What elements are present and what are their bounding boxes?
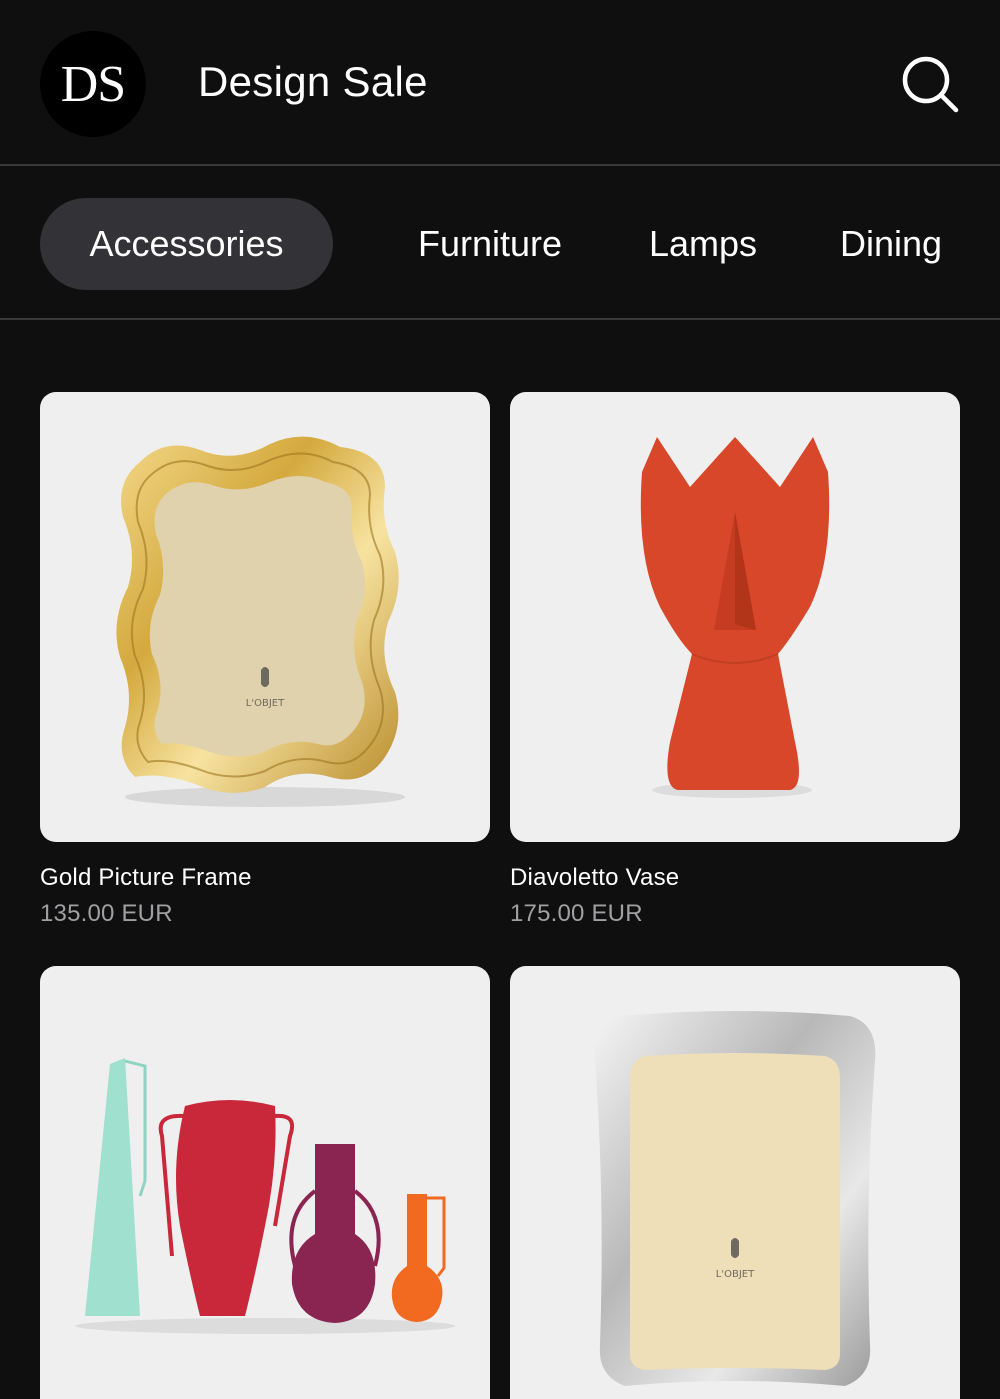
product-image[interactable] bbox=[510, 392, 960, 842]
brand-mark: L'OBJET bbox=[246, 698, 285, 709]
red-vase-image bbox=[640, 437, 830, 798]
logo[interactable]: DS bbox=[40, 31, 146, 137]
tab-lamps[interactable]: Lamps bbox=[628, 198, 778, 290]
product-image[interactable]: L'OBJET bbox=[510, 966, 960, 1399]
app-title: Design Sale bbox=[198, 58, 428, 105]
product-card-vase-set[interactable] bbox=[40, 966, 490, 1399]
product-name: Diavoletto Vase bbox=[510, 864, 680, 891]
product-card-gold-picture-frame[interactable]: L'OBJET Gold Picture Frame 135.00 EUR bbox=[40, 392, 490, 928]
tab-dining[interactable]: Dining bbox=[820, 198, 962, 290]
product-price: 175.00 EUR bbox=[510, 900, 643, 927]
tab-furniture[interactable]: Furniture bbox=[395, 198, 585, 290]
search-icon bbox=[902, 56, 959, 113]
product-card-silver-picture-frame[interactable]: L'OBJET bbox=[510, 966, 960, 1399]
gold-frame-image: L'OBJET bbox=[116, 436, 405, 807]
tab-accessories[interactable]: Accessories bbox=[40, 198, 333, 290]
vase-set-image bbox=[75, 1058, 455, 1334]
app-header: DS Design Sale bbox=[0, 0, 1000, 166]
product-price: 135.00 EUR bbox=[40, 900, 173, 927]
silver-frame-image: L'OBJET bbox=[594, 1011, 876, 1386]
search-button[interactable] bbox=[898, 52, 962, 116]
brand-mark: L'OBJET bbox=[716, 1269, 755, 1280]
product-card-diavoletto-vase[interactable]: Diavoletto Vase 175.00 EUR bbox=[510, 392, 960, 928]
category-tabs: Accessories Furniture Lamps Dining bbox=[0, 166, 1000, 320]
product-name: Gold Picture Frame bbox=[40, 864, 252, 891]
product-image[interactable]: L'OBJET bbox=[40, 392, 490, 842]
product-image[interactable] bbox=[40, 966, 490, 1399]
